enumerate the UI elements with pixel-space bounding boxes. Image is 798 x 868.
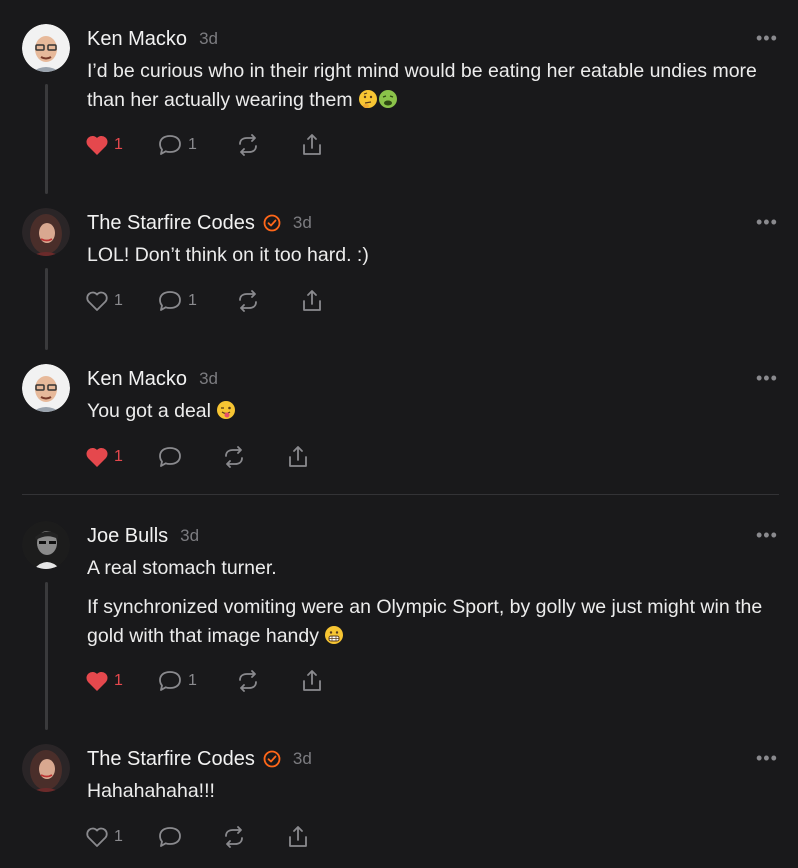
- comment-bubble-icon: [159, 671, 181, 691]
- reply-button[interactable]: [157, 823, 221, 851]
- more-options-button[interactable]: •••: [756, 749, 778, 767]
- comment-bubble-icon: [159, 447, 181, 467]
- more-options-button[interactable]: •••: [756, 29, 778, 47]
- avatar[interactable]: [22, 744, 70, 792]
- avatar[interactable]: [22, 521, 70, 569]
- comment-bubble-icon: [159, 135, 181, 155]
- avatar[interactable]: [22, 364, 70, 412]
- more-options-button[interactable]: •••: [756, 526, 778, 544]
- comment-actions: 1 1: [85, 667, 339, 695]
- nauseated-face-emoji-icon: [379, 90, 397, 108]
- share-icon: [303, 290, 321, 311]
- comment-header: Ken Macko 3d: [87, 365, 218, 393]
- heart-outline-icon: [86, 827, 108, 847]
- like-count: 1: [114, 448, 123, 465]
- like-count: 1: [114, 136, 123, 153]
- restack-button[interactable]: [221, 443, 285, 471]
- comment-paragraph: You got a deal: [87, 400, 211, 422]
- author-name[interactable]: Ken Macko: [87, 368, 187, 391]
- comment-header: The Starfire Codes 3d: [87, 209, 312, 237]
- restack-button[interactable]: [235, 667, 299, 695]
- thread-line: [45, 84, 48, 194]
- comment-actions: 1 1: [85, 287, 339, 315]
- heart-filled-icon: [86, 671, 108, 691]
- timestamp[interactable]: 3d: [199, 369, 218, 389]
- comment-paragraph: A real stomach turner.: [87, 557, 277, 579]
- comment-paragraph: Hahahahaha!!!: [87, 780, 215, 802]
- like-button[interactable]: 1: [85, 287, 157, 315]
- heart-filled-icon: [86, 135, 108, 155]
- comment-bubble-icon: [159, 827, 181, 847]
- like-button[interactable]: 1: [85, 823, 157, 851]
- like-button[interactable]: 1: [85, 667, 157, 695]
- restack-button[interactable]: [235, 131, 299, 159]
- reply-button[interactable]: 1: [157, 131, 235, 159]
- reply-count: 1: [188, 672, 197, 689]
- restack-icon: [239, 290, 257, 312]
- avatar[interactable]: [22, 24, 70, 72]
- thread-divider: [22, 494, 779, 495]
- like-count: 1: [114, 828, 123, 845]
- share-button[interactable]: [299, 287, 339, 315]
- verified-badge-icon: [263, 750, 281, 768]
- grimacing-face-emoji-icon: [325, 626, 344, 644]
- comment-text: LOL! Don’t think on it too hard. :): [87, 241, 782, 270]
- share-button[interactable]: [299, 667, 339, 695]
- restack-icon: [225, 826, 243, 848]
- like-button[interactable]: 1: [85, 443, 157, 471]
- like-count: 1: [114, 292, 123, 309]
- author-name[interactable]: The Starfire Codes: [87, 212, 255, 235]
- comment-actions: 1: [85, 823, 325, 851]
- like-button[interactable]: 1: [85, 131, 157, 159]
- share-icon: [289, 826, 307, 847]
- restack-icon: [239, 670, 257, 692]
- timestamp[interactable]: 3d: [293, 749, 312, 769]
- comment-actions: 1: [85, 443, 325, 471]
- reply-button[interactable]: [157, 443, 221, 471]
- timestamp[interactable]: 3d: [199, 29, 218, 49]
- like-count: 1: [114, 672, 123, 689]
- reply-count: 1: [188, 292, 197, 309]
- restack-button[interactable]: [221, 823, 285, 851]
- thread-line: [45, 582, 48, 730]
- comment-paragraph: If synchronized vomiting were an Olympic…: [87, 596, 763, 647]
- timestamp[interactable]: 3d: [293, 213, 312, 233]
- reply-count: 1: [188, 136, 197, 153]
- share-button[interactable]: [285, 823, 325, 851]
- author-name[interactable]: Joe Bulls: [87, 525, 168, 548]
- verified-badge-icon: [263, 214, 281, 232]
- comment-text: You got a deal: [87, 397, 782, 426]
- comment-header: Joe Bulls 3d: [87, 522, 199, 550]
- timestamp[interactable]: 3d: [180, 526, 199, 546]
- comment-text: Hahahahaha!!!: [87, 777, 782, 806]
- comment-header: Ken Macko 3d: [87, 25, 218, 53]
- author-name[interactable]: The Starfire Codes: [87, 748, 255, 771]
- share-icon: [303, 134, 321, 155]
- comment-paragraph: LOL! Don’t think on it too hard. :): [87, 244, 369, 266]
- heart-filled-icon: [86, 447, 108, 467]
- share-button[interactable]: [285, 443, 325, 471]
- more-options-button[interactable]: •••: [756, 213, 778, 231]
- restack-icon: [225, 446, 243, 468]
- reply-button[interactable]: 1: [157, 287, 235, 315]
- thread-line: [45, 268, 48, 350]
- share-icon: [303, 670, 321, 691]
- author-name[interactable]: Ken Macko: [87, 28, 187, 51]
- comment-bubble-icon: [159, 291, 181, 311]
- reply-button[interactable]: 1: [157, 667, 235, 695]
- thinking-face-emoji-icon: [359, 90, 377, 108]
- comment-header: The Starfire Codes 3d: [87, 745, 312, 773]
- restack-button[interactable]: [235, 287, 299, 315]
- share-icon: [289, 446, 307, 467]
- share-button[interactable]: [299, 131, 339, 159]
- restack-icon: [239, 134, 257, 156]
- comment-actions: 1 1: [85, 131, 339, 159]
- comment-paragraph: I’d be curious who in their right mind w…: [87, 60, 757, 111]
- comment-text: A real stomach turner. If synchronized v…: [87, 554, 782, 651]
- comment-text: I’d be curious who in their right mind w…: [87, 57, 782, 115]
- avatar[interactable]: [22, 208, 70, 256]
- heart-outline-icon: [86, 291, 108, 311]
- more-options-button[interactable]: •••: [756, 369, 778, 387]
- winking-tongue-face-emoji-icon: [217, 401, 236, 419]
